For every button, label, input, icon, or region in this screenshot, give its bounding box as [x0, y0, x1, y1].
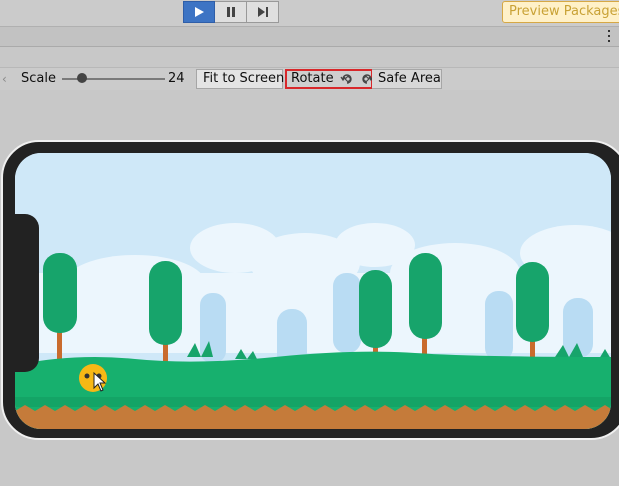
scale-label: Scale	[21, 71, 56, 86]
device-notch	[3, 214, 39, 372]
playback-controls	[183, 1, 279, 23]
scale-slider-thumb[interactable]	[77, 73, 87, 83]
pause-button[interactable]	[215, 1, 247, 23]
rotate-left-icon[interactable]	[340, 73, 354, 85]
pause-icon	[226, 7, 235, 17]
step-icon	[257, 7, 268, 17]
step-button[interactable]	[247, 1, 279, 23]
top-toolbar: Preview Packages	[0, 0, 619, 27]
preview-packages-button[interactable]: Preview Packages	[502, 1, 619, 23]
safe-area-button[interactable]: Safe Area	[372, 69, 442, 89]
player-ball-icon	[79, 364, 107, 392]
kebab-menu-icon[interactable]	[608, 30, 611, 42]
game-tab-strip	[0, 27, 619, 47]
scale-value: 24	[168, 71, 185, 86]
chevron-left-icon[interactable]: ‹	[2, 71, 14, 87]
game-screen[interactable]	[15, 153, 611, 429]
fit-to-screen-label: Fit to Screen	[203, 71, 285, 86]
device-frame	[1, 140, 619, 440]
play-icon	[195, 7, 204, 17]
game-scene	[15, 153, 611, 429]
rotate-label: Rotate	[291, 71, 334, 86]
play-button[interactable]	[183, 1, 215, 23]
safe-area-label: Safe Area	[378, 71, 441, 86]
fit-to-screen-button[interactable]: Fit to Screen	[196, 69, 285, 89]
game-view-controls: ‹ Scale 24 Fit to Screen Rotate Safe Are…	[0, 67, 619, 91]
rotate-button[interactable]: Rotate	[285, 69, 374, 89]
